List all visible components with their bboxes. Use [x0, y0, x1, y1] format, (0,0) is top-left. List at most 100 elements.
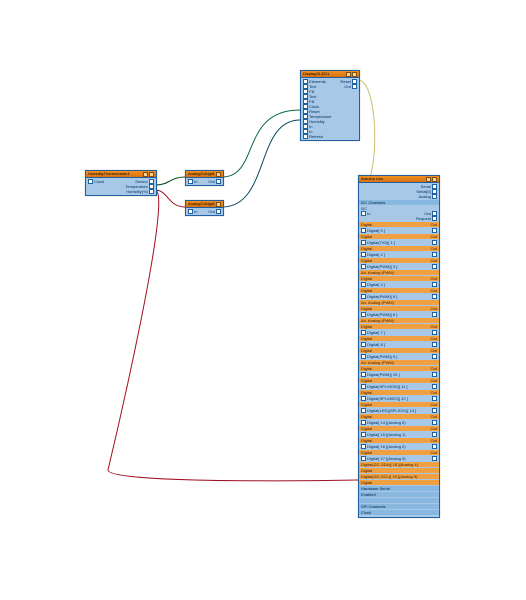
port-row[interactable]: InOut [188, 179, 221, 184]
port-row[interactable]: Refresh [303, 134, 357, 139]
port-row[interactable]: Digital[ 16 ](Analog 2) [361, 444, 437, 449]
port-row[interactable]: Digital[ 4 ] [361, 282, 437, 287]
output-pin[interactable] [432, 342, 437, 347]
port-row[interactable]: Digital(PWM)[ 10 ] [361, 372, 437, 377]
node-humidity-thermometer[interactable]: HumidityThermometer1 ClockSensor Tempera… [85, 170, 157, 196]
output-pin[interactable] [432, 228, 437, 233]
output-pin[interactable] [432, 294, 437, 299]
port-row[interactable]: Digital(SPI-MOSI)[ 11 ] [361, 384, 437, 389]
input-pin[interactable] [361, 264, 366, 269]
output-pin[interactable] [432, 354, 437, 359]
wire [155, 190, 185, 207]
output-pin[interactable] [432, 216, 437, 221]
port-row[interactable]: Digital[ 17 ](Analog 3) [361, 456, 437, 461]
output-pin[interactable] [432, 252, 437, 257]
section-label: Digital [361, 438, 372, 443]
node-controls[interactable] [426, 177, 437, 182]
output-pin[interactable] [432, 240, 437, 245]
input-pin[interactable] [361, 330, 366, 335]
output-pin[interactable] [352, 84, 357, 89]
node-controls[interactable] [216, 202, 221, 207]
output-pin[interactable] [432, 194, 437, 199]
input-pin[interactable] [361, 420, 366, 425]
port-row[interactable]: Digital[ 8 ] [361, 342, 437, 347]
node-title[interactable]: AnalogToDigit1 [186, 171, 223, 178]
wire [155, 177, 185, 185]
input-pin[interactable] [361, 354, 366, 359]
port-row[interactable]: Digital(PWM)[ 6 ] [361, 312, 437, 317]
input-pin[interactable] [361, 408, 366, 413]
input-pin[interactable] [361, 444, 366, 449]
output-pin[interactable] [432, 282, 437, 287]
output-pin[interactable] [216, 209, 221, 214]
port-row[interactable]: Digital[ 2 ] [361, 252, 437, 257]
port-row[interactable]: Digital(PWM)[ 3 ] [361, 264, 437, 269]
port-label-right [432, 372, 437, 377]
port-row[interactable]: Analog [361, 194, 437, 199]
output-pin[interactable] [432, 420, 437, 425]
section-header: An. Analog (PWM) [359, 360, 439, 365]
node-title[interactable]: AnalogToDigit2 [186, 201, 223, 208]
section-label: Enabled [361, 492, 376, 497]
output-pin[interactable] [432, 396, 437, 401]
output-pin[interactable] [432, 432, 437, 437]
port-row[interactable]: Digital(LED)(SPI-SCK)[ 13 ] [361, 408, 437, 413]
port-row[interactable]: Digital[ 0 ] [361, 228, 437, 233]
input-pin[interactable] [361, 312, 366, 317]
port-row[interactable]: Digital[ 7 ] [361, 330, 437, 335]
port-row[interactable]: InOut [188, 209, 221, 214]
node-title[interactable]: DisplayOLED1 [301, 71, 359, 78]
output-pin[interactable] [216, 179, 221, 184]
node-title-text: AnalogToDigit2 [188, 201, 215, 207]
input-pin[interactable] [303, 134, 308, 139]
node-controls[interactable] [143, 172, 154, 177]
output-pin[interactable] [432, 384, 437, 389]
input-pin[interactable] [361, 342, 366, 347]
section-header: DigitalOut [359, 276, 439, 281]
output-pin[interactable] [432, 456, 437, 461]
port-label-left: Digital(PWM)[ 6 ] [361, 312, 397, 317]
input-pin[interactable] [361, 456, 366, 461]
input-pin[interactable] [361, 282, 366, 287]
output-pin[interactable] [432, 372, 437, 377]
input-pin[interactable] [361, 240, 366, 245]
input-pin[interactable] [361, 384, 366, 389]
input-pin[interactable] [361, 432, 366, 437]
input-pin[interactable] [361, 372, 366, 377]
node-controls[interactable] [216, 172, 221, 177]
node-title[interactable]: HumidityThermometer1 [86, 171, 156, 178]
output-pin[interactable] [432, 264, 437, 269]
input-pin[interactable] [361, 228, 366, 233]
diagram-canvas[interactable]: { "nodes": { "humidity": { "title": "Hum… [0, 0, 526, 600]
section-label: Digital [361, 414, 372, 419]
input-pin[interactable] [88, 179, 93, 184]
port-row[interactable]: Digital[ 15 ](Analog 1) [361, 432, 437, 437]
port-label-left: In [361, 211, 370, 216]
output-pin[interactable] [432, 330, 437, 335]
section-header [359, 498, 439, 503]
input-pin[interactable] [361, 396, 366, 401]
port-row[interactable]: Digital(TX0)[ 1 ] [361, 240, 437, 245]
input-pin[interactable] [361, 294, 366, 299]
node-analog-to-digit-2[interactable]: AnalogToDigit2 InOut [185, 200, 224, 216]
input-pin[interactable] [361, 252, 366, 257]
output-pin[interactable] [149, 189, 154, 194]
node-display-oled[interactable]: DisplayOLED1 ElementsReset TextOut Fill … [300, 70, 360, 141]
node-analog-to-digit-1[interactable]: AnalogToDigit1 InOut [185, 170, 224, 186]
section-label-right: Out [431, 324, 437, 329]
node-arduino-uno[interactable]: Arduino Uno Serial Serial[0] Analog I2C … [358, 175, 440, 518]
input-pin[interactable] [361, 211, 366, 216]
port-row[interactable]: Digital(PWM)[ 9 ] [361, 354, 437, 359]
port-row[interactable]: Digital(PWM)[ 5 ] [361, 294, 437, 299]
port-row[interactable]: Digital[ 14 ](Analog 0) [361, 420, 437, 425]
node-title[interactable]: Arduino Uno [359, 176, 439, 183]
input-pin[interactable] [188, 209, 193, 214]
port-row[interactable]: Humidity(%) [88, 189, 154, 194]
port-row[interactable]: Digital(SPI-MISO)[ 12 ] [361, 396, 437, 401]
input-pin[interactable] [188, 179, 193, 184]
output-pin[interactable] [432, 444, 437, 449]
node-controls[interactable] [346, 72, 357, 77]
port-row[interactable]: Request [361, 216, 437, 221]
output-pin[interactable] [432, 312, 437, 317]
output-pin[interactable] [432, 408, 437, 413]
